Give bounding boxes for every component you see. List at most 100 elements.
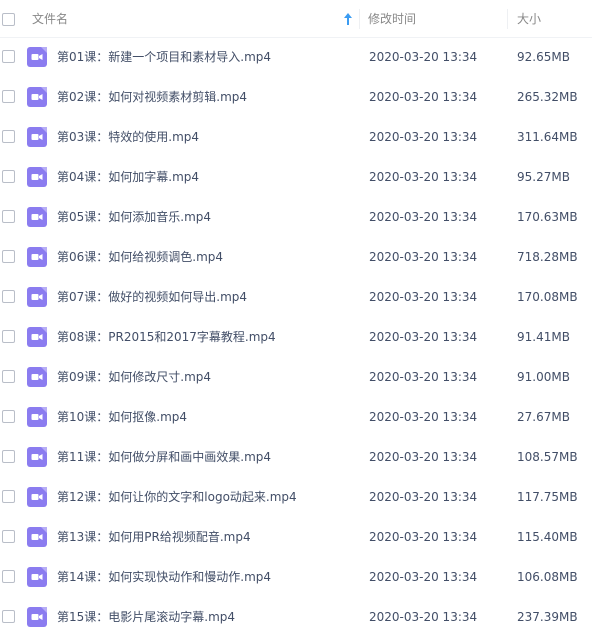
file-size: 170.63MB <box>517 210 578 224</box>
file-name-link[interactable]: 第09课：如何修改尺寸.mp4 <box>57 357 211 397</box>
row-checkbox[interactable] <box>2 370 15 383</box>
video-file-icon <box>27 607 47 627</box>
column-header-size[interactable]: 大小 <box>517 0 587 38</box>
file-modified-time: 2020-03-20 13:34 <box>369 410 478 424</box>
video-file-icon <box>27 327 47 347</box>
file-name-link[interactable]: 第13课：如何用PR给视频配音.mp4 <box>57 517 251 557</box>
row-checkbox[interactable] <box>2 170 15 183</box>
row-checkbox[interactable] <box>2 330 15 343</box>
row-checkbox[interactable] <box>2 210 15 223</box>
file-modified-time: 2020-03-20 13:34 <box>369 370 478 384</box>
file-modified-time: 2020-03-20 13:34 <box>369 290 478 304</box>
file-name-link[interactable]: 第06课：如何给视频调色.mp4 <box>57 237 223 277</box>
file-row[interactable]: 第10课：如何抠像.mp4 2020-03-20 13:34 27.67MB <box>0 397 592 437</box>
file-row[interactable]: 第08课：PR2015和2017字幕教程.mp4 2020-03-20 13:34… <box>0 317 592 357</box>
file-modified-time: 2020-03-20 13:34 <box>369 330 478 344</box>
column-header-time[interactable]: 修改时间 <box>368 0 508 38</box>
video-file-icon <box>27 287 47 307</box>
file-size: 95.27MB <box>517 170 570 184</box>
video-file-icon <box>27 127 47 147</box>
file-list-header: 文件名 修改时间 大小 <box>0 0 592 38</box>
row-checkbox[interactable] <box>2 410 15 423</box>
file-name-link[interactable]: 第02课：如何对视频素材剪辑.mp4 <box>57 77 247 117</box>
row-checkbox[interactable] <box>2 450 15 463</box>
video-file-icon <box>27 87 47 107</box>
file-row[interactable]: 第13课：如何用PR给视频配音.mp4 2020-03-20 13:34 115.4… <box>0 517 592 557</box>
file-row[interactable]: 第11课：如何做分屏和画中画效果.mp4 2020-03-20 13:34 108.… <box>0 437 592 477</box>
file-modified-time: 2020-03-20 13:34 <box>369 610 478 624</box>
row-checkbox[interactable] <box>2 490 15 503</box>
select-all-checkbox[interactable] <box>2 13 15 26</box>
file-row[interactable]: 第01课：新建一个项目和素材导入.mp4 2020-03-20 13:34 92.6… <box>0 37 592 77</box>
column-divider[interactable] <box>507 9 508 29</box>
file-size: 91.00MB <box>517 370 570 384</box>
file-size: 117.75MB <box>517 490 578 504</box>
file-size: 237.39MB <box>517 610 578 624</box>
column-name-label: 文件名 <box>32 12 69 26</box>
file-row[interactable]: 第07课：做好的视频如何导出.mp4 2020-03-20 13:34 170.08… <box>0 277 592 317</box>
video-file-icon <box>27 47 47 67</box>
video-file-icon <box>27 367 47 387</box>
column-divider[interactable] <box>359 9 360 29</box>
file-size: 265.32MB <box>517 90 578 104</box>
file-size: 108.57MB <box>517 450 578 464</box>
file-modified-time: 2020-03-20 13:34 <box>369 90 478 104</box>
file-name-link[interactable]: 第15课：电影片尾滚动字幕.mp4 <box>57 597 235 637</box>
file-row[interactable]: 第06课：如何给视频调色.mp4 2020-03-20 13:34 718.28MB <box>0 237 592 277</box>
file-modified-time: 2020-03-20 13:34 <box>369 130 478 144</box>
row-checkbox[interactable] <box>2 90 15 103</box>
file-row[interactable]: 第03课：特效的使用.mp4 2020-03-20 13:34 311.64MB <box>0 117 592 157</box>
video-file-icon <box>27 247 47 267</box>
row-checkbox[interactable] <box>2 530 15 543</box>
file-modified-time: 2020-03-20 13:34 <box>369 250 478 264</box>
file-name-link[interactable]: 第07课：做好的视频如何导出.mp4 <box>57 277 247 317</box>
file-row[interactable]: 第05课：如何添加音乐.mp4 2020-03-20 13:34 170.63MB <box>0 197 592 237</box>
file-size: 115.40MB <box>517 530 578 544</box>
video-file-icon <box>27 527 47 547</box>
file-modified-time: 2020-03-20 13:34 <box>369 450 478 464</box>
file-modified-time: 2020-03-20 13:34 <box>369 530 478 544</box>
file-name-link[interactable]: 第14课：如何实现快动作和慢动作.mp4 <box>57 557 271 597</box>
file-name-link[interactable]: 第10课：如何抠像.mp4 <box>57 397 187 437</box>
file-name-link[interactable]: 第05课：如何添加音乐.mp4 <box>57 197 211 237</box>
file-name-link[interactable]: 第04课：如何加字幕.mp4 <box>57 157 199 197</box>
file-name-link[interactable]: 第11课：如何做分屏和画中画效果.mp4 <box>57 437 271 477</box>
file-name-link[interactable]: 第03课：特效的使用.mp4 <box>57 117 199 157</box>
file-name-link[interactable]: 第12课：如何让你的文字和logo动起来.mp4 <box>57 477 297 517</box>
file-modified-time: 2020-03-20 13:34 <box>369 50 478 64</box>
row-checkbox[interactable] <box>2 610 15 623</box>
video-file-icon <box>27 167 47 187</box>
file-modified-time: 2020-03-20 13:34 <box>369 490 478 504</box>
row-checkbox[interactable] <box>2 130 15 143</box>
file-size: 92.65MB <box>517 50 570 64</box>
file-modified-time: 2020-03-20 13:34 <box>369 170 478 184</box>
file-row[interactable]: 第04课：如何加字幕.mp4 2020-03-20 13:34 95.27MB <box>0 157 592 197</box>
file-row[interactable]: 第15课：电影片尾滚动字幕.mp4 2020-03-20 13:34 237.39M… <box>0 597 592 637</box>
file-name-link[interactable]: 第01课：新建一个项目和素材导入.mp4 <box>57 37 271 77</box>
video-file-icon <box>27 447 47 467</box>
file-size: 106.08MB <box>517 570 578 584</box>
column-size-label: 大小 <box>517 12 542 26</box>
file-modified-time: 2020-03-20 13:34 <box>369 210 478 224</box>
file-size: 27.67MB <box>517 410 570 424</box>
file-size: 170.08MB <box>517 290 578 304</box>
file-row[interactable]: 第09课：如何修改尺寸.mp4 2020-03-20 13:34 91.00MB <box>0 357 592 397</box>
row-checkbox[interactable] <box>2 50 15 63</box>
file-row[interactable]: 第12课：如何让你的文字和logo动起来.mp4 2020-03-20 13:34… <box>0 477 592 517</box>
file-name-link[interactable]: 第08课：PR2015和2017字幕教程.mp4 <box>57 317 276 357</box>
column-header-name[interactable]: 文件名 <box>32 0 352 38</box>
file-modified-time: 2020-03-20 13:34 <box>369 570 478 584</box>
video-file-icon <box>27 567 47 587</box>
file-row[interactable]: 第14课：如何实现快动作和慢动作.mp4 2020-03-20 13:34 106.… <box>0 557 592 597</box>
file-size: 718.28MB <box>517 250 578 264</box>
file-row[interactable]: 第02课：如何对视频素材剪辑.mp4 2020-03-20 13:34 265.32… <box>0 77 592 117</box>
row-checkbox[interactable] <box>2 290 15 303</box>
file-size: 311.64MB <box>517 130 578 144</box>
video-file-icon <box>27 207 47 227</box>
video-file-icon <box>27 407 47 427</box>
row-checkbox[interactable] <box>2 570 15 583</box>
row-checkbox[interactable] <box>2 250 15 263</box>
video-file-icon <box>27 487 47 507</box>
sort-ascending-icon[interactable] <box>343 12 353 26</box>
column-time-label: 修改时间 <box>368 12 417 26</box>
